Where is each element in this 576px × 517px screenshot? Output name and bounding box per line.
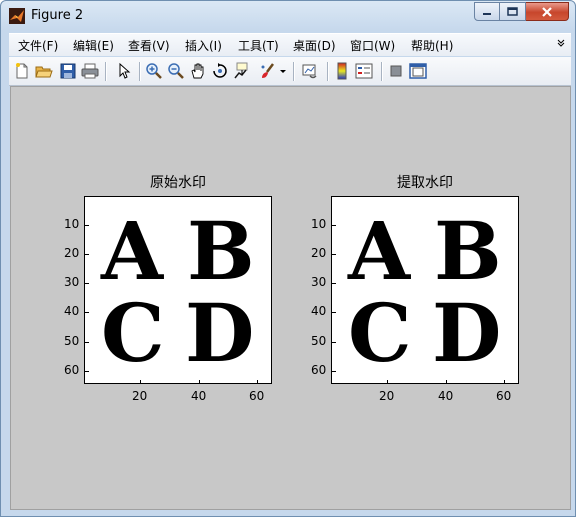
maximize-button[interactable] xyxy=(500,2,526,21)
x-tick: 40 xyxy=(191,389,207,403)
brush-icon[interactable] xyxy=(259,62,277,80)
close-icon xyxy=(542,6,552,17)
menu-tools[interactable]: 工具(T) xyxy=(238,37,279,54)
x-tick: 40 xyxy=(438,389,454,403)
letter-a: A xyxy=(348,204,411,298)
save-icon[interactable] xyxy=(59,62,77,80)
menu-window[interactable]: 窗口(W) xyxy=(350,37,395,54)
y-tick: 20 xyxy=(64,246,80,260)
menubar-overflow-icon[interactable] xyxy=(557,38,565,48)
figure-toolbar xyxy=(9,57,571,86)
print-icon[interactable] xyxy=(81,62,99,80)
colorbar-icon[interactable] xyxy=(333,62,351,80)
select-arrow-icon[interactable] xyxy=(115,62,133,80)
plot-title-extracted: 提取水印 xyxy=(397,175,453,191)
y-tick: 60 xyxy=(311,363,327,377)
letter-d: D xyxy=(185,286,255,380)
menu-insert[interactable]: 插入(I) xyxy=(185,37,222,54)
y-tick: 40 xyxy=(311,304,327,318)
data-cursor-icon[interactable] xyxy=(233,62,251,80)
y-tick: 10 xyxy=(311,217,327,231)
rotate-3d-icon[interactable] xyxy=(211,62,229,80)
window-title: Figure 2 xyxy=(31,8,84,23)
x-tick: 60 xyxy=(496,389,512,403)
y-tick: 60 xyxy=(64,363,80,377)
zoom-out-icon[interactable] xyxy=(167,62,185,80)
letter-b: B xyxy=(434,204,502,298)
plot-title-original: 原始水印 xyxy=(150,175,206,191)
y-tick: 50 xyxy=(311,334,327,348)
maximize-icon xyxy=(507,7,518,16)
axes-original-watermark[interactable]: A B C D xyxy=(84,196,272,384)
y-tick: 40 xyxy=(64,304,80,318)
letter-d: D xyxy=(432,286,502,380)
letter-b: B xyxy=(187,204,255,298)
zoom-in-icon[interactable] xyxy=(145,62,163,80)
x-tick: 20 xyxy=(379,389,395,403)
figure-window: Figure 2 文件(F) 编辑(E) 查看(V) 插入(I) 工具(T) 桌… xyxy=(0,0,576,517)
hide-plot-tools-icon[interactable] xyxy=(387,62,405,80)
menu-edit[interactable]: 编辑(E) xyxy=(73,37,114,54)
menu-bar: 文件(F) 编辑(E) 查看(V) 插入(I) 工具(T) 桌面(D) 窗口(W… xyxy=(9,33,571,56)
menu-view[interactable]: 查看(V) xyxy=(128,37,170,54)
menu-desktop[interactable]: 桌面(D) xyxy=(293,37,336,54)
y-tick: 20 xyxy=(311,246,327,260)
letter-a: A xyxy=(101,204,164,298)
axes-extracted-watermark[interactable]: A B C D xyxy=(331,196,519,384)
matlab-logo-icon xyxy=(9,8,25,24)
link-plot-icon[interactable] xyxy=(301,62,319,80)
menu-file[interactable]: 文件(F) xyxy=(18,37,58,54)
letter-c: C xyxy=(348,286,412,380)
minimize-button[interactable] xyxy=(474,2,500,21)
open-file-icon[interactable] xyxy=(35,62,53,80)
pan-hand-icon[interactable] xyxy=(189,62,207,80)
x-tick: 60 xyxy=(249,389,265,403)
figure-canvas: 原始水印 A B C D 10 20 30 40 50 60 20 40 60 … xyxy=(10,86,571,510)
letter-c: C xyxy=(101,286,165,380)
y-tick: 30 xyxy=(64,275,80,289)
y-tick: 10 xyxy=(64,217,80,231)
y-tick: 30 xyxy=(311,275,327,289)
brush-dropdown-icon[interactable] xyxy=(279,62,287,80)
show-plot-tools-icon[interactable] xyxy=(409,62,427,80)
y-tick: 50 xyxy=(64,334,80,348)
minimize-icon xyxy=(483,12,491,15)
new-figure-icon[interactable] xyxy=(13,62,31,80)
x-tick: 20 xyxy=(132,389,148,403)
close-button[interactable] xyxy=(526,2,569,21)
title-bar[interactable]: Figure 2 xyxy=(1,1,575,31)
menu-help[interactable]: 帮助(H) xyxy=(411,37,453,54)
legend-icon[interactable] xyxy=(355,62,373,80)
